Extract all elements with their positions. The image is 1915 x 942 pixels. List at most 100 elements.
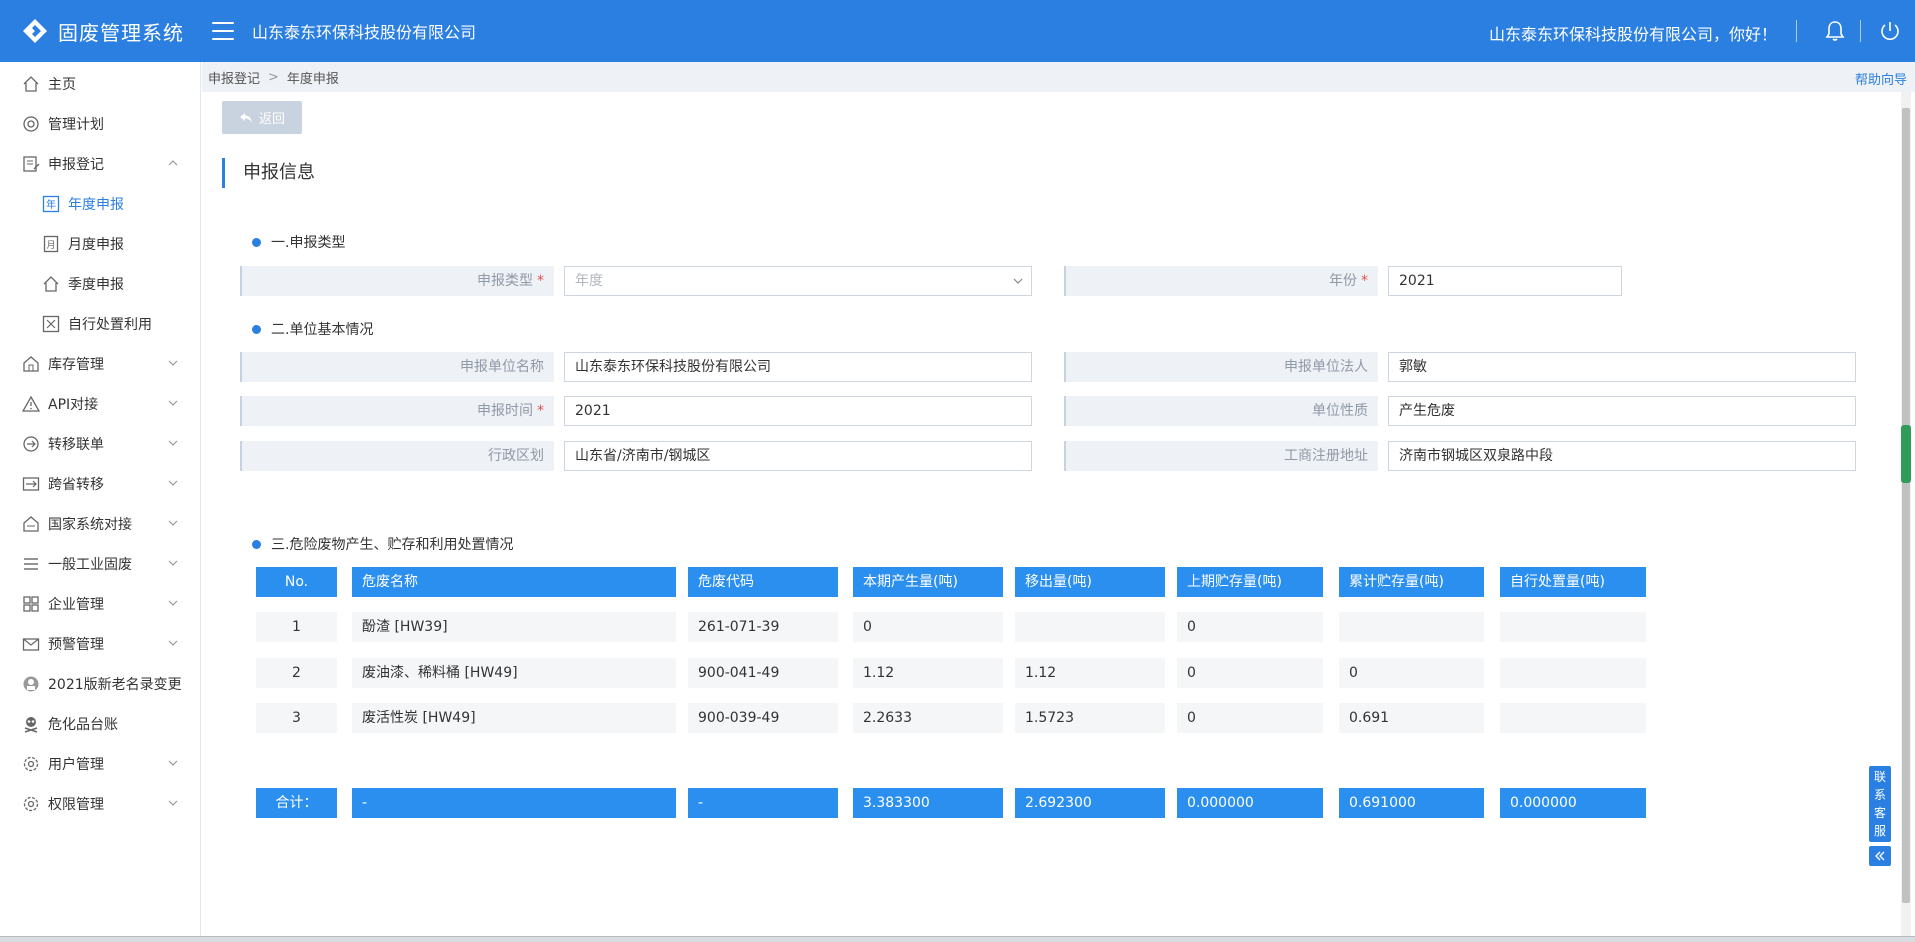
region-input[interactable]: 山东省/济南市/钢城区: [564, 441, 1032, 471]
back-arrow-icon: [239, 112, 252, 123]
logo-icon: [23, 19, 47, 43]
sidebar-item-label: 管理计划: [48, 117, 104, 133]
sidebar-item-label: 季度申报: [68, 277, 124, 293]
report-time-input[interactable]: 2021: [564, 396, 1032, 426]
report-time-label: 申报时间 *: [240, 396, 554, 426]
menu-toggle-icon[interactable]: [212, 22, 234, 40]
sidebar-item-label: 申报登记: [48, 157, 104, 173]
chevron-down-icon: [1013, 278, 1023, 284]
page-title: 申报信息: [222, 158, 315, 188]
table-cell: 2: [256, 658, 337, 688]
section-heading-waste: 三.危险废物产生、贮存和利用处置情况: [252, 534, 513, 554]
sidebar-item-users[interactable]: 用户管理: [0, 744, 200, 784]
table-cell: [1339, 612, 1484, 642]
sidebar-item-label: 用户管理: [48, 757, 104, 773]
chevron-down-icon: [168, 440, 178, 446]
table-cell: 酚渣 [HW39]: [352, 612, 676, 642]
sidebar-item-home[interactable]: 主页: [0, 64, 200, 104]
sidebar-item-inventory[interactable]: 库存管理: [0, 344, 200, 384]
report-type-value: 年度: [575, 273, 603, 289]
permission-gear-icon: [23, 796, 39, 812]
mail-icon: [22, 638, 40, 651]
legal-person-label: 申报单位法人: [1064, 352, 1378, 382]
chevron-down-icon: [168, 400, 178, 406]
sidebar-item-catalog-change[interactable]: 2021版新老名录变更: [0, 664, 200, 704]
back-button[interactable]: 返回: [222, 101, 302, 134]
cross-province-icon: [22, 477, 40, 491]
plan-icon: [23, 116, 39, 132]
region-label: 行政区划: [240, 441, 554, 471]
scrollbar-thumb[interactable]: [1902, 108, 1910, 903]
change-icon: [23, 676, 39, 692]
table-total-cell: 0.691000: [1339, 788, 1484, 818]
legal-person-input[interactable]: 郭敏: [1388, 352, 1856, 382]
table-cell: [1015, 612, 1165, 642]
user-gear-icon: [23, 756, 39, 772]
help-guide-link[interactable]: 帮助向导: [1855, 69, 1907, 88]
brand[interactable]: 固废管理系统: [0, 0, 200, 62]
table-cell: 2.2633: [853, 703, 1003, 733]
company-name: 山东泰东环保科技股份有限公司: [252, 23, 477, 42]
sidebar-item-self-disposal[interactable]: 自行处置利用: [0, 304, 200, 344]
breadcrumb-separator-icon: >: [268, 69, 279, 85]
sidebar-item-transfer[interactable]: 转移联单: [0, 424, 200, 464]
breadcrumb-current: 年度申报: [286, 71, 339, 87]
svg-text:月: 月: [46, 240, 55, 251]
unit-name-label: 申报单位名称: [240, 352, 554, 382]
table-cell: 261-071-39: [688, 612, 838, 642]
table-header-no: No.: [256, 567, 337, 597]
chevron-down-icon: [168, 360, 178, 366]
table-header-code: 危废代码: [688, 567, 838, 597]
table-total-cell: 0.000000: [1177, 788, 1323, 818]
sidebar-item-label: 权限管理: [48, 797, 104, 813]
table-cell: 900-039-49: [688, 703, 838, 733]
year-input[interactable]: 2021: [1388, 266, 1622, 296]
table-total-cell: -: [352, 788, 676, 818]
sidebar-item-national[interactable]: 国家系统对接: [0, 504, 200, 544]
sidebar-item-cross-province[interactable]: 跨省转移: [0, 464, 200, 504]
table-total-cell: 0.000000: [1500, 788, 1646, 818]
table-total-label: 合计：: [256, 788, 337, 818]
sidebar-item-label: 2021版新老名录变更: [48, 677, 182, 693]
sidebar-item-label: 国家系统对接: [48, 517, 132, 533]
table-total-cell: -: [688, 788, 838, 818]
grid-icon: [23, 596, 39, 612]
sidebar-item-label: 主页: [48, 77, 76, 93]
chevron-down-icon: [168, 600, 178, 606]
address-input[interactable]: 济南市钢城区双泉路中段: [1388, 441, 1856, 471]
table-cell: 0: [1177, 658, 1323, 688]
sidebar-item-register[interactable]: 申报登记: [0, 144, 200, 184]
sidebar-item-enterprise[interactable]: 企业管理: [0, 584, 200, 624]
section-heading-label: 一.申报类型: [271, 235, 346, 251]
sidebar-item-general-waste[interactable]: 一般工业固废: [0, 544, 200, 584]
sidebar-item-alert[interactable]: 预警管理: [0, 624, 200, 664]
unit-name-input[interactable]: 山东泰东环保科技股份有限公司: [564, 352, 1032, 382]
sidebar-item-monthly[interactable]: 月 月度申报: [0, 224, 200, 264]
power-icon[interactable]: [1879, 20, 1901, 42]
table-cell: 0: [1177, 703, 1323, 733]
bullet-icon: [252, 539, 261, 549]
customer-service-button[interactable]: 联系客服: [1869, 766, 1891, 842]
chevron-up-icon: [168, 160, 178, 166]
report-type-select[interactable]: 年度: [564, 266, 1032, 296]
table-cell: 1.12: [1015, 658, 1165, 688]
table-cell: 0: [853, 612, 1003, 642]
bell-icon[interactable]: [1825, 20, 1845, 42]
sidebar-item-hazard-ledger[interactable]: 危化品台账: [0, 704, 200, 744]
unit-nature-input[interactable]: 产生危废: [1388, 396, 1856, 426]
sidebar-item-label: 跨省转移: [48, 477, 104, 493]
divider: [1860, 20, 1861, 42]
table-cell: 废活性炭 [HW49]: [352, 703, 676, 733]
sidebar-item-annual[interactable]: 年 年度申报: [0, 184, 200, 224]
table-cell: [1500, 703, 1646, 733]
table-header-removed: 移出量(吨): [1015, 567, 1165, 597]
sidebar-item-plan[interactable]: 管理计划: [0, 104, 200, 144]
sidebar-item-label: 企业管理: [48, 597, 104, 613]
collapse-double-left-icon[interactable]: [1869, 846, 1891, 866]
sidebar-item-api[interactable]: API对接: [0, 384, 200, 424]
sidebar-item-label: 自行处置利用: [68, 317, 152, 333]
sidebar-item-quarterly[interactable]: 季度申报: [0, 264, 200, 304]
breadcrumb-parent[interactable]: 申报登记: [208, 68, 260, 87]
sidebar-item-permissions[interactable]: 权限管理: [0, 784, 200, 824]
transfer-icon: [23, 436, 39, 452]
